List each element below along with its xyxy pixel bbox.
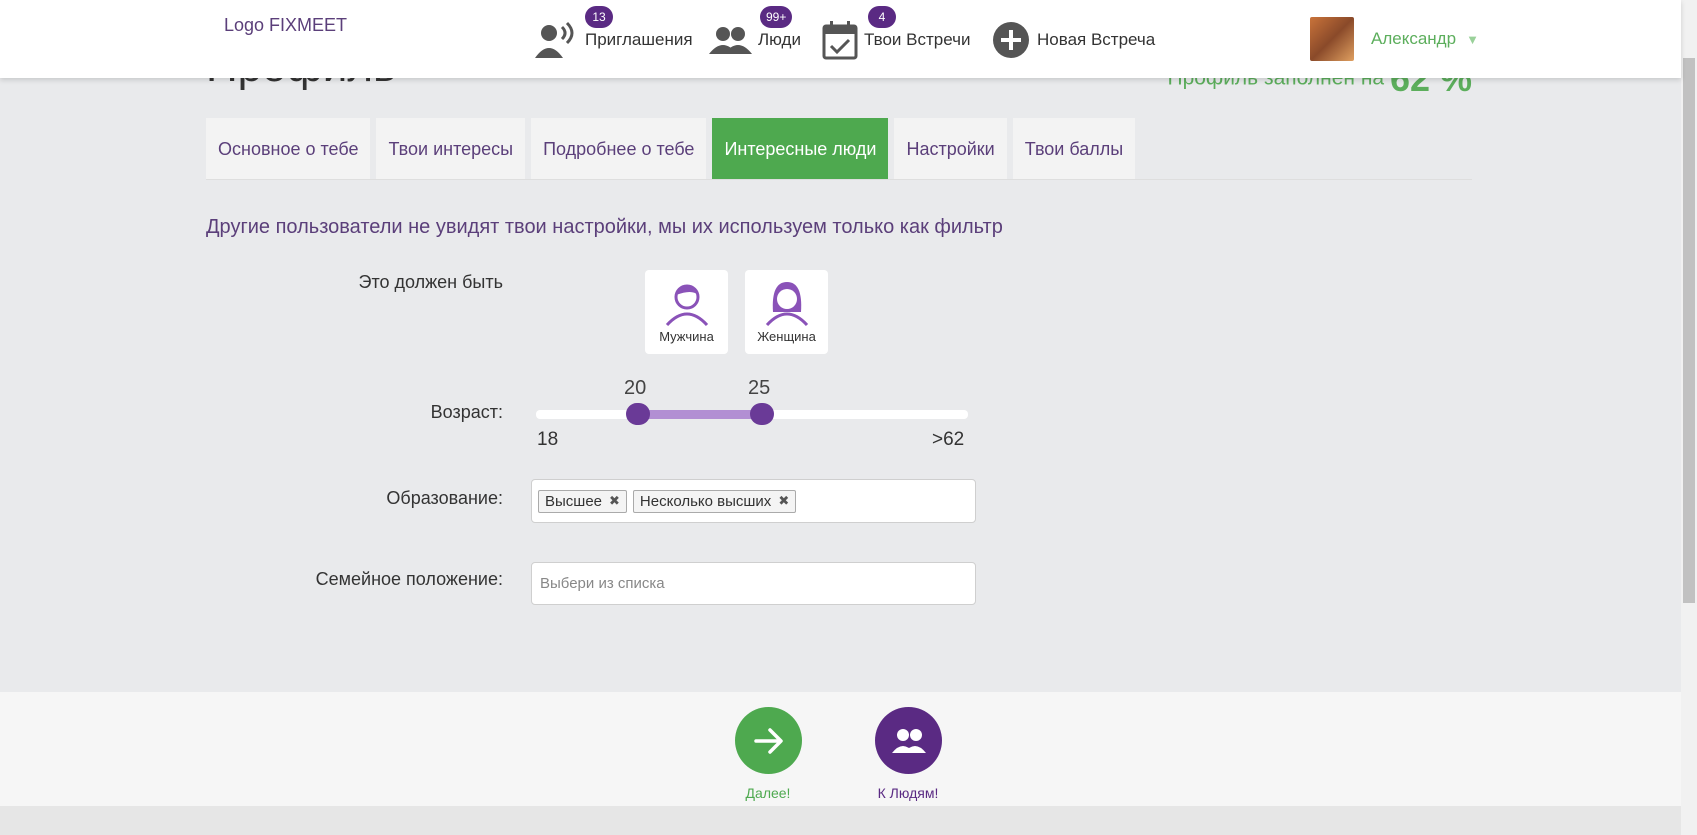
education-chip[interactable]: Несколько высших ✖	[632, 489, 797, 513]
education-chip-label: Высшее	[545, 492, 603, 510]
bottom-strip	[0, 806, 1681, 835]
nav-new-meeting-label: Новая Встреча	[1037, 30, 1156, 49]
next-button-label[interactable]: Далее!	[708, 785, 828, 801]
avatar[interactable]	[1310, 17, 1354, 61]
nav-meetings-label: Твои Встречи	[864, 30, 971, 49]
gender-male-option[interactable]: Мужчина	[645, 270, 728, 354]
family-status-placeholder: Выбери из списка	[540, 575, 665, 592]
age-max-label: >62	[932, 429, 965, 450]
user-name[interactable]: Александр	[1371, 29, 1456, 49]
education-select[interactable]: Высшее ✖ Несколько высших ✖	[531, 479, 976, 523]
scrollbar-thumb[interactable]	[1683, 58, 1695, 603]
arrow-right-icon	[753, 727, 783, 754]
people-badge: 99+	[760, 6, 793, 28]
top-header: Logo FIXMEET 13 Приглашения 99+ Люди 4 Т…	[0, 0, 1681, 78]
gender-male-label: Мужчина	[659, 329, 714, 344]
gender-female-option[interactable]: Женщина	[745, 270, 828, 354]
family-status-select[interactable]: Выбери из списка	[531, 562, 976, 605]
tab-settings[interactable]: Настройки	[894, 118, 1007, 180]
age-from-value: 20	[624, 377, 647, 399]
nav-people-label: Люди	[758, 30, 801, 49]
settings-notice: Другие пользователи не увидят твои настр…	[206, 216, 1003, 238]
tab-points[interactable]: Твои баллы	[1012, 118, 1136, 180]
next-button[interactable]	[735, 707, 802, 774]
family-status-label: Семейное положение:	[315, 569, 503, 589]
age-slider-handle-min[interactable]	[626, 403, 650, 425]
logo[interactable]: Logo FIXMEET	[224, 15, 347, 36]
education-chip-label: Несколько высших	[639, 492, 772, 510]
calendar-check-icon	[822, 20, 858, 60]
gender-female-label: Женщина	[757, 329, 816, 344]
remove-chip-icon[interactable]: ✖	[778, 493, 789, 509]
meetings-badge: 4	[868, 6, 896, 28]
page-scrollbar[interactable]	[1681, 0, 1697, 835]
nav-invitations-label: Приглашения	[585, 30, 693, 49]
age-label: Возраст:	[430, 402, 503, 422]
tab-basic[interactable]: Основное о тебе	[206, 118, 371, 180]
user-menu[interactable]: Александр ▼	[1310, 17, 1479, 61]
tabs-divider	[206, 179, 1472, 180]
education-label: Образование:	[386, 488, 503, 508]
broadcast-person-icon	[535, 20, 579, 60]
people-icon	[708, 20, 752, 60]
people-icon	[891, 728, 926, 753]
plus-circle-icon	[991, 20, 1031, 60]
nav-people[interactable]: 99+ Люди	[708, 6, 801, 60]
male-avatar-icon	[665, 284, 708, 326]
nav-meetings[interactable]: 4 Твои Встречи	[822, 6, 971, 60]
profile-tabs: Основное о тебе Твои интересы Подробнее …	[206, 118, 1136, 180]
remove-chip-icon[interactable]: ✖	[609, 493, 620, 509]
to-people-button[interactable]	[875, 707, 942, 774]
age-slider-range	[638, 410, 762, 419]
footer-actions	[0, 692, 1681, 806]
nav-new-meeting[interactable]: Новая Встреча	[991, 20, 1155, 60]
education-chip[interactable]: Высшее ✖	[538, 489, 627, 513]
age-slider-handle-max[interactable]	[750, 403, 774, 425]
chevron-down-icon[interactable]: ▼	[1466, 32, 1479, 47]
invitations-badge: 13	[585, 6, 613, 28]
age-min-label: 18	[537, 429, 559, 450]
gender-label: Это должен быть	[358, 272, 503, 292]
tab-interesting-people[interactable]: Интересные люди	[712, 118, 889, 180]
tab-details[interactable]: Подробнее о тебе	[531, 118, 707, 180]
female-avatar-icon	[765, 282, 808, 326]
nav-invitations[interactable]: 13 Приглашения	[535, 6, 693, 60]
to-people-button-label[interactable]: К Людям!	[848, 785, 968, 801]
tab-interests[interactable]: Твои интересы	[376, 118, 526, 180]
age-to-value: 25	[748, 377, 771, 399]
